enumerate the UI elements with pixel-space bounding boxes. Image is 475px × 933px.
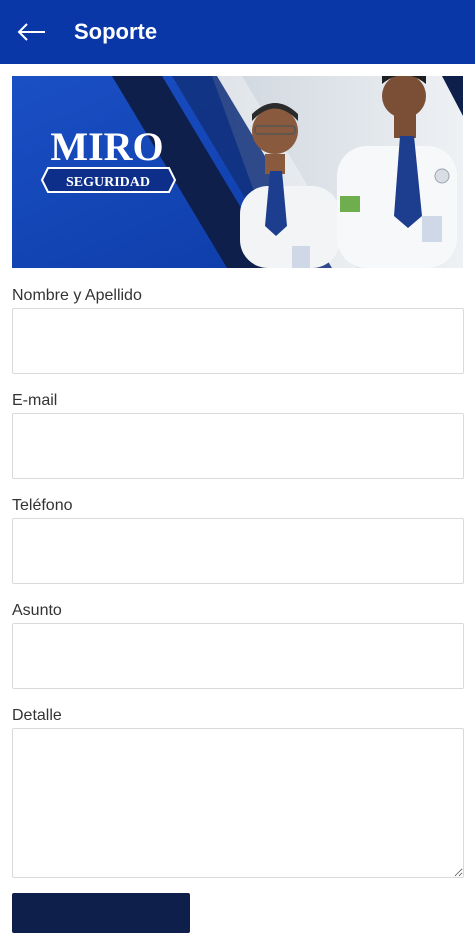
svg-text:MIRO: MIRO (50, 124, 163, 169)
name-field[interactable] (12, 308, 464, 374)
app-bar: Soporte (0, 0, 475, 64)
phone-label: Teléfono (12, 497, 73, 514)
phone-field[interactable] (12, 518, 464, 584)
brand-banner: MIRO SEGURIDAD (12, 76, 463, 268)
submit-button[interactable] (12, 893, 190, 933)
email-field[interactable] (12, 413, 464, 479)
email-label: E-mail (12, 392, 58, 409)
miro-logo: MIRO SEGURIDAD (40, 124, 177, 193)
name-label: Nombre y Apellido (12, 287, 142, 304)
arrow-left-icon (17, 23, 45, 41)
detail-label: Detalle (12, 707, 62, 724)
page-title: Soporte (74, 19, 158, 44)
subject-field[interactable] (12, 623, 464, 689)
svg-text:SEGURIDAD: SEGURIDAD (66, 175, 150, 190)
banner-illustration: MIRO SEGURIDAD (12, 76, 463, 268)
back-button[interactable] (0, 0, 64, 64)
subject-label: Asunto (12, 602, 62, 619)
detail-field[interactable] (12, 728, 464, 878)
support-form: Nombre y Apellido E-mail Teléfono Asunto… (12, 284, 464, 892)
